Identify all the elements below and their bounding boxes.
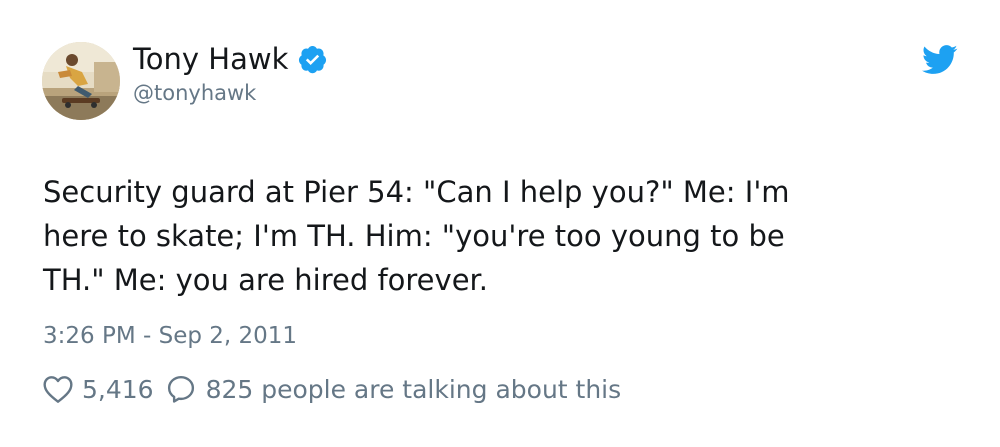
heart-icon[interactable]: [42, 374, 74, 404]
display-name[interactable]: Tony Hawk: [133, 40, 328, 78]
tweet-timestamp[interactable]: 3:26 PM - Sep 2, 2011: [43, 320, 297, 352]
tweet-text-line: TH." Me: you are hired forever.: [43, 263, 489, 297]
display-name-label: Tony Hawk: [133, 42, 289, 76]
twitter-bird-icon[interactable]: [922, 45, 958, 75]
verified-badge-icon: [299, 45, 327, 73]
engagement-bar: 5,416 825 people are talking about this: [42, 371, 621, 407]
tweet-text-line: here to skate; I'm TH. Him: "you're too …: [43, 219, 785, 253]
like-count[interactable]: 5,416: [82, 375, 154, 404]
talking-count[interactable]: 825 people are talking about this: [206, 375, 622, 404]
tweet-card: Tony Hawk @tonyhawk Security guard at Pi…: [0, 0, 1000, 447]
tweet-text-line: Security guard at Pier 54: "Can I help y…: [43, 175, 790, 209]
author-handle[interactable]: @tonyhawk: [133, 79, 256, 107]
reply-bubble-icon[interactable]: [166, 374, 196, 404]
avatar[interactable]: [42, 42, 120, 120]
tweet-text: Security guard at Pier 54: "Can I help y…: [43, 170, 973, 302]
skater-avatar: [42, 42, 120, 120]
